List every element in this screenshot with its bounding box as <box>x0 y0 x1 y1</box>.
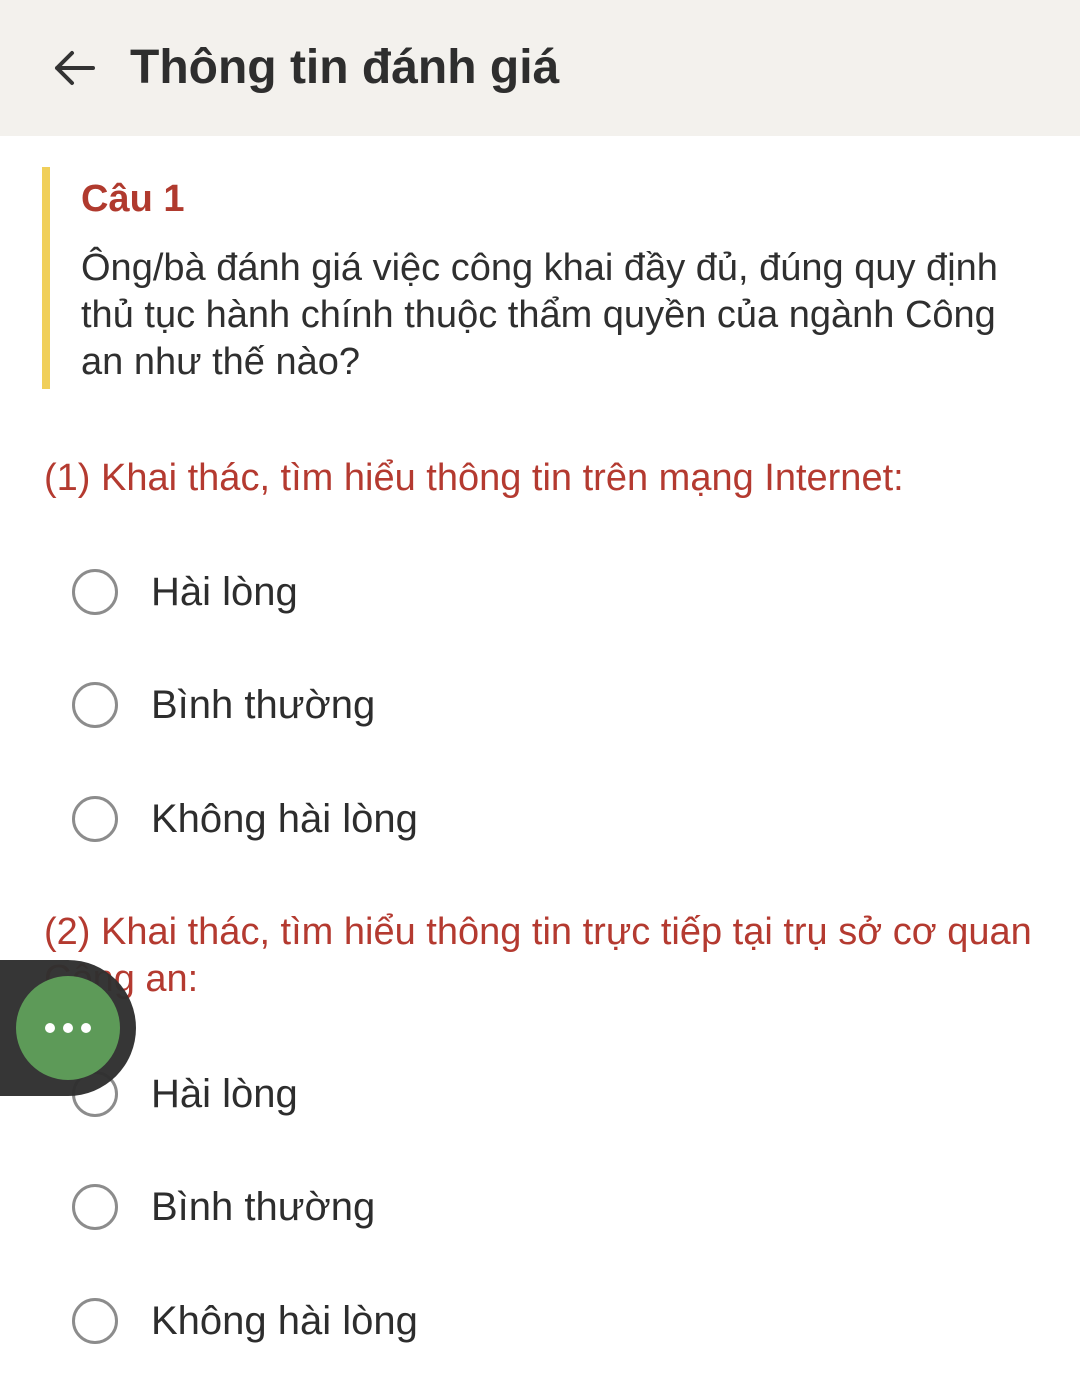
radio-button[interactable] <box>72 682 118 728</box>
section-title-2: (2) Khai thác, tìm hiểu thông tin trực t… <box>44 911 1032 1000</box>
question-block: Câu 1 Ông/bà đánh giá việc công khai đầy… <box>42 167 1002 389</box>
option-satisfied-1[interactable]: Hài lòng <box>72 562 298 622</box>
option-normal-2[interactable]: Bình thường <box>72 1177 375 1237</box>
option-label: Không hài lòng <box>151 797 418 841</box>
more-dots-icon <box>45 1023 91 1033</box>
option-unsatisfied-2[interactable]: Không hài lòng <box>72 1291 418 1351</box>
option-label: Hài lòng <box>151 1072 298 1116</box>
floating-menu-button[interactable] <box>16 976 120 1080</box>
option-label: Không hài lòng <box>151 1299 418 1343</box>
section-title-1: (1) Khai thác, tìm hiểu thông tin trên m… <box>44 457 904 499</box>
page-title: Thông tin đánh giá <box>130 41 560 94</box>
arrow-left-icon <box>55 51 95 85</box>
back-button[interactable] <box>44 38 104 98</box>
question-accent-bar <box>42 167 50 389</box>
option-label: Bình thường <box>151 1185 376 1229</box>
radio-button[interactable] <box>72 796 118 842</box>
option-normal-1[interactable]: Bình thường <box>72 675 375 735</box>
option-unsatisfied-1[interactable]: Không hài lòng <box>72 789 418 849</box>
option-label: Bình thường <box>151 683 376 727</box>
app-bar: Thông tin đánh giá <box>0 0 1080 136</box>
question-number: Câu 1 <box>81 178 185 220</box>
radio-button[interactable] <box>72 1298 118 1344</box>
radio-button[interactable] <box>72 569 118 615</box>
question-text: Ông/bà đánh giá việc công khai đầy đủ, đ… <box>81 247 998 383</box>
option-label: Hài lòng <box>151 570 298 614</box>
radio-button[interactable] <box>72 1184 118 1230</box>
